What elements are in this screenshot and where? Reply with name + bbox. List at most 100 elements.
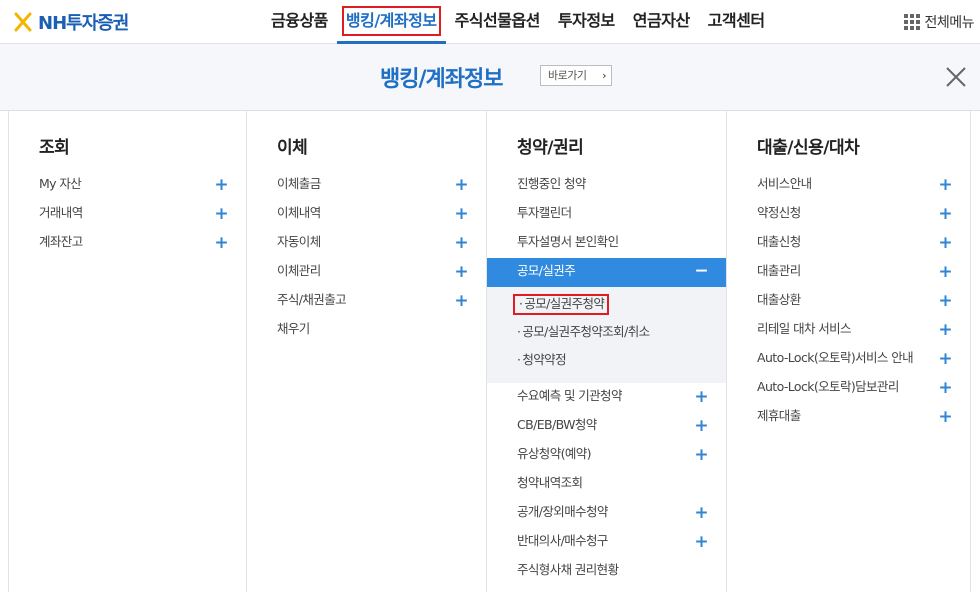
menu-item-appraisal-right[interactable]: 반대의사/매수청구 +: [487, 528, 726, 557]
nav-investment-info[interactable]: 투자정보: [549, 0, 624, 44]
submenu-item-public-offering-subscribe[interactable]: · 공모/실권주청약: [487, 291, 726, 319]
menu-item-service-guide[interactable]: 서비스안내 +: [727, 171, 970, 200]
menu-item-prospectus-verify[interactable]: 투자설명서 본인확인: [487, 229, 726, 258]
plus-icon[interactable]: +: [938, 230, 952, 256]
menu-item-my-assets[interactable]: My 자산 +: [9, 171, 246, 200]
menu-item-label: 주식/채권출고: [277, 292, 347, 307]
submenu-item-subscription-agreement[interactable]: · 청약약정: [487, 347, 726, 375]
plus-icon[interactable]: +: [938, 172, 952, 198]
nav-stock-futures-options[interactable]: 주식선물옵션: [446, 0, 549, 44]
plus-icon[interactable]: +: [938, 317, 952, 343]
menu-item-autolock-collateral[interactable]: Auto-Lock(오토락)담보관리 +: [727, 374, 970, 403]
nav-pension-assets[interactable]: 연금자산: [624, 0, 699, 44]
menu-item-label: 계좌잔고: [39, 234, 83, 249]
menu-item-label: 대출관리: [757, 263, 801, 278]
menu-item-stock-bond-release[interactable]: 주식/채권출고 +: [247, 287, 486, 316]
submenu-item-label: 청약약정: [522, 352, 566, 367]
menu-item-label: 대출상환: [757, 292, 801, 307]
nav-customer-center[interactable]: 고객센터: [699, 0, 774, 44]
all-menu-button[interactable]: 전체메뉴: [904, 0, 974, 44]
plus-icon[interactable]: +: [938, 404, 952, 430]
grid-menu-icon: [904, 14, 921, 30]
menu-item-subscription-history[interactable]: 청약내역조회: [487, 470, 726, 499]
menu-item-loan-apply[interactable]: 대출신청 +: [727, 229, 970, 258]
minus-icon[interactable]: −: [694, 258, 708, 284]
shortcut-label: 바로가기: [548, 69, 587, 82]
plus-icon[interactable]: +: [454, 201, 468, 227]
plus-icon[interactable]: +: [694, 413, 708, 439]
menu-item-label: 주식형사채 권리현황: [517, 562, 619, 577]
close-button[interactable]: [944, 65, 968, 89]
highlight-box: [341, 6, 441, 36]
plus-icon[interactable]: +: [938, 375, 952, 401]
menu-item-label: 이체관리: [277, 263, 321, 278]
menu-item-ongoing-subscription[interactable]: 진행중인 청약: [487, 171, 726, 200]
top-nav-bar: NH투자증권 금융상품 뱅킹/계좌정보 주식선물옵션 투자정보 연금자산 고객센…: [0, 0, 980, 44]
plus-icon[interactable]: +: [938, 346, 952, 372]
menu-item-label: 진행중인 청약: [517, 176, 586, 191]
menu-item-transfer-withdraw[interactable]: 이체출금 +: [247, 171, 486, 200]
menu-item-retail-lending[interactable]: 리테일 대차 서비스 +: [727, 316, 970, 345]
submenu-item-subscription-inquiry-cancel[interactable]: · 공모/실권주청약조회/취소: [487, 319, 726, 347]
menu-item-label: 대출신청: [757, 234, 801, 249]
menu-item-equity-linked-rights[interactable]: 주식형사채 권리현황: [487, 557, 726, 586]
close-icon: [946, 67, 966, 87]
menu-item-auto-transfer[interactable]: 자동이체 +: [247, 229, 486, 258]
plus-icon[interactable]: +: [454, 172, 468, 198]
menu-item-balance[interactable]: 계좌잔고 +: [9, 229, 246, 258]
plus-icon[interactable]: +: [454, 259, 468, 285]
plus-icon[interactable]: +: [938, 288, 952, 314]
plus-icon[interactable]: +: [694, 384, 708, 410]
brand-logo[interactable]: NH투자증권: [12, 9, 129, 35]
shortcut-button[interactable]: 바로가기 ›: [540, 65, 612, 86]
submenu: · 공모/실권주청약 · 공모/실권주청약조회/취소 · 청약약정: [487, 287, 726, 383]
menu-item-label: 유상청약(예약): [517, 446, 592, 461]
menu-item-label: 이체내역: [277, 205, 321, 220]
plus-icon[interactable]: +: [694, 442, 708, 468]
menu-item-transactions[interactable]: 거래내역 +: [9, 200, 246, 229]
menu-item-loan-repay[interactable]: 대출상환 +: [727, 287, 970, 316]
chevron-right-icon: ›: [602, 69, 606, 82]
menu-item-label: 청약내역조회: [517, 475, 583, 490]
menu-item-transfer-history[interactable]: 이체내역 +: [247, 200, 486, 229]
menu-item-label: 투자캘린더: [517, 205, 572, 220]
menu-item-label: 리테일 대차 서비스: [757, 321, 852, 336]
menu-item-label: 채우기: [277, 321, 310, 336]
menu-item-label: 거래내역: [39, 205, 83, 220]
plus-icon[interactable]: +: [694, 500, 708, 526]
menu-item-transfer-manage[interactable]: 이체관리 +: [247, 258, 486, 287]
bullet-icon: ·: [517, 352, 521, 367]
menu-item-agreement-apply[interactable]: 약정신청 +: [727, 200, 970, 229]
nav-banking-account[interactable]: 뱅킹/계좌정보: [336, 0, 446, 44]
plus-icon[interactable]: +: [214, 230, 228, 256]
menu-item-label: 자동이체: [277, 234, 321, 249]
menu-item-label: 반대의사/매수청구: [517, 533, 608, 548]
plus-icon[interactable]: +: [938, 201, 952, 227]
column-title: 이체: [277, 138, 308, 158]
menu-item-label: 투자설명서 본인확인: [517, 234, 619, 249]
menu-item-fill[interactable]: 채우기: [247, 316, 486, 345]
menu-item-investment-calendar[interactable]: 투자캘린더: [487, 200, 726, 229]
plus-icon[interactable]: +: [214, 201, 228, 227]
menu-list: 진행중인 청약 투자캘린더 투자설명서 본인확인 공모/실권주 − · 공모/실권주…: [487, 171, 726, 586]
menu-item-autolock-guide[interactable]: Auto-Lock(오토락)서비스 안내 +: [727, 345, 970, 374]
menu-item-tender-offer[interactable]: 공개/장외매수청약 +: [487, 499, 726, 528]
plus-icon[interactable]: +: [694, 529, 708, 555]
menu-item-partner-loan[interactable]: 제휴대출 +: [727, 403, 970, 432]
menu-item-rights-offering[interactable]: 유상청약(예약) +: [487, 441, 726, 470]
all-menu-label: 전체메뉴: [924, 15, 974, 31]
menu-list: My 자산 + 거래내역 + 계좌잔고 +: [9, 171, 246, 258]
plus-icon[interactable]: +: [214, 172, 228, 198]
menu-item-cb-eb-bw[interactable]: CB/EB/BW청약 +: [487, 412, 726, 441]
menu-item-demand-forecast[interactable]: 수요예측 및 기관청약 +: [487, 383, 726, 412]
plus-icon[interactable]: +: [938, 259, 952, 285]
menu-item-loan-manage[interactable]: 대출관리 +: [727, 258, 970, 287]
nav-financial-products[interactable]: 금융상품: [262, 0, 337, 44]
menu-list: 서비스안내 + 약정신청 + 대출신청 + 대출관리 + 대출상환 + 리테일 대차 서비…: [727, 171, 970, 432]
menu-item-public-offering[interactable]: 공모/실권주 −: [487, 258, 726, 287]
column-title: 대출/신용/대차: [757, 138, 860, 158]
menu-item-label: 공모/실권주: [517, 263, 576, 278]
plus-icon[interactable]: +: [454, 230, 468, 256]
menu-item-label: CB/EB/BW청약: [517, 417, 597, 432]
plus-icon[interactable]: +: [454, 288, 468, 314]
